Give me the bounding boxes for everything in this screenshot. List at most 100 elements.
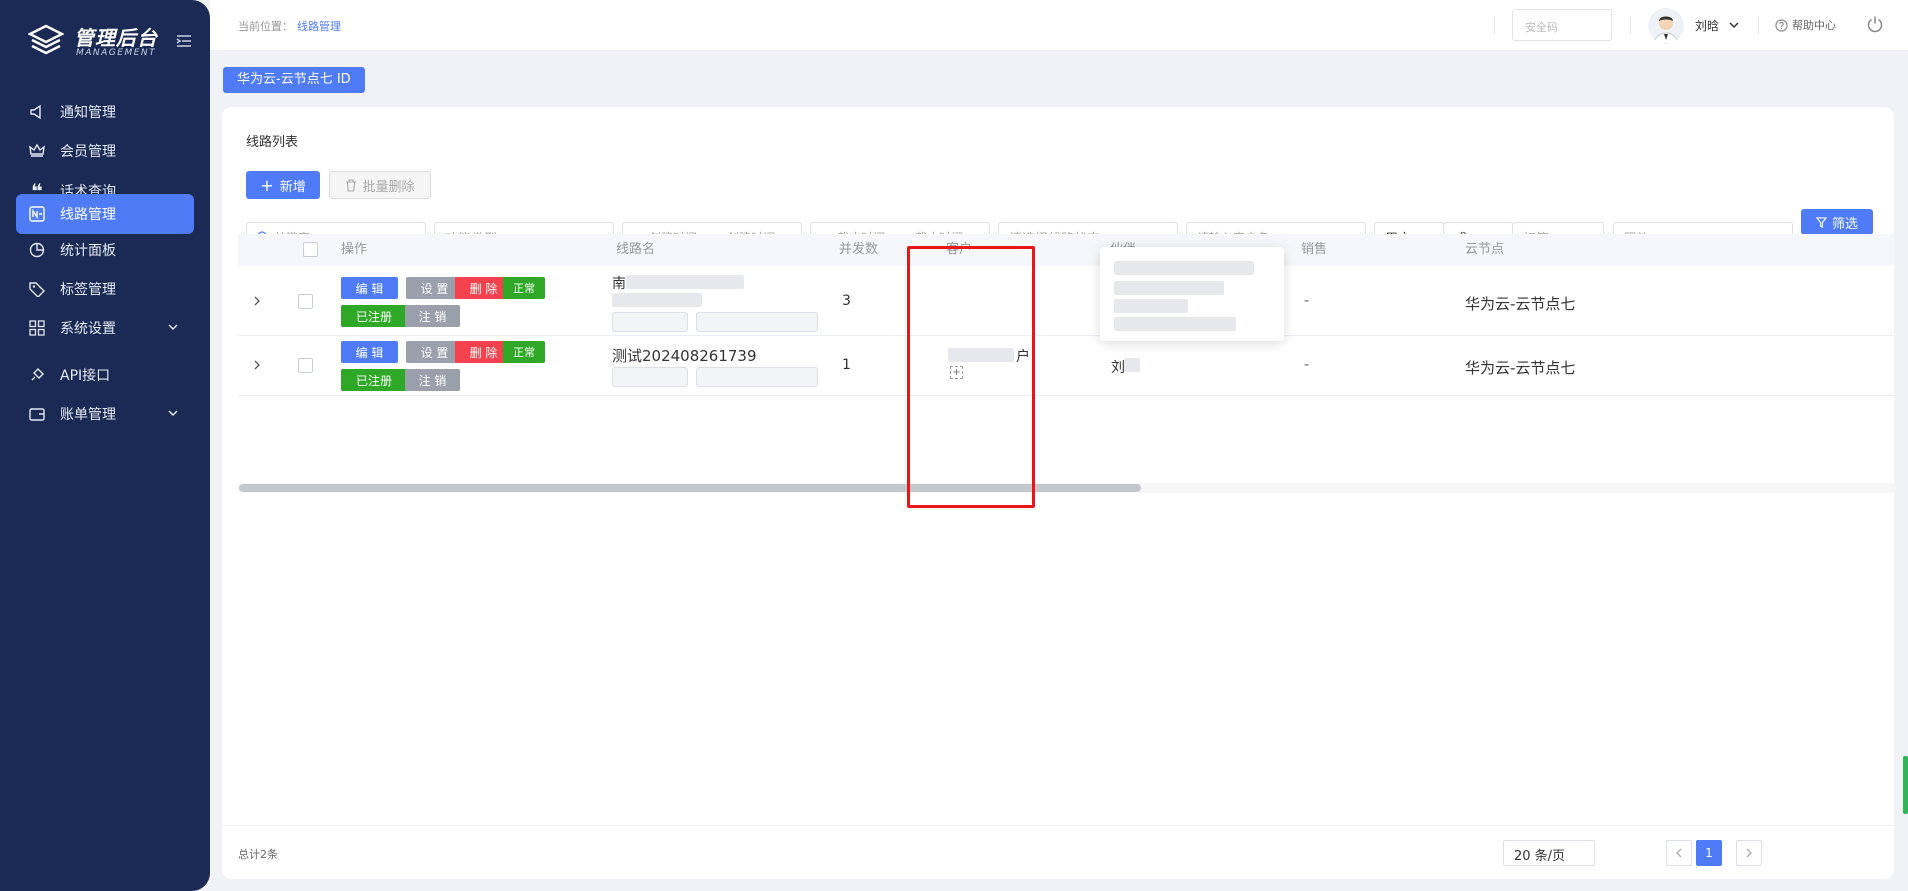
divider	[1758, 16, 1759, 34]
redacted-text	[1114, 299, 1188, 313]
logo: 管理后台 MANAGEMENT	[28, 22, 198, 62]
customer-popover	[1100, 247, 1284, 341]
sales-value: -	[1304, 293, 1310, 309]
chevron-down-icon[interactable]	[1729, 20, 1739, 30]
sidebar-item-label: 统计面板	[60, 243, 116, 259]
redacted-text	[626, 275, 744, 289]
sidebar-item-tags[interactable]: 标签管理	[16, 269, 194, 309]
chevron-down-icon	[168, 324, 178, 331]
table-footer: 总计2条 1 20 条/页	[222, 825, 1894, 879]
redacted-field	[612, 367, 688, 387]
help-label: 帮助中心	[1792, 19, 1836, 32]
grid-icon	[28, 319, 46, 337]
column-header: 操作	[341, 242, 368, 257]
breadcrumb: 当前位置： 线路管理	[238, 18, 341, 34]
chevron-down-icon	[168, 410, 178, 417]
status-badge: 正常	[503, 341, 545, 363]
select-all-checkbox[interactable]	[303, 242, 318, 257]
total-count: 总计2条	[238, 848, 278, 861]
collapse-menu-icon[interactable]	[176, 34, 192, 48]
add-button[interactable]: + 新增	[246, 171, 320, 199]
chevron-right-icon[interactable]	[252, 360, 262, 370]
add-label: 新增	[279, 179, 306, 195]
chevron-right-icon	[1746, 848, 1752, 858]
page-size-value: 20 条/页	[1514, 849, 1566, 864]
row-checkbox[interactable]	[298, 358, 313, 373]
sidebar-item-label: 账单管理	[60, 407, 116, 423]
filter-label: 筛选	[1831, 216, 1858, 232]
edit-button[interactable]: 编 辑	[341, 277, 398, 299]
redacted-field	[696, 312, 818, 332]
sidebar-item-routes[interactable]: 线路管理	[16, 194, 194, 234]
status-badge: 正常	[503, 277, 545, 299]
avatar[interactable]	[1648, 8, 1684, 44]
cancel-registration-button[interactable]: 注 销	[405, 369, 460, 391]
edit-button[interactable]: 编 辑	[341, 341, 398, 363]
divider	[1494, 16, 1495, 34]
breadcrumb-current[interactable]: 线路管理	[297, 20, 341, 33]
registered-button[interactable]: 已注册	[341, 369, 407, 391]
breadcrumb-prefix: 当前位置：	[238, 20, 293, 33]
cancel-registration-button[interactable]: 注 销	[405, 305, 460, 327]
table-row: 编 辑 设 置 删 除 正常 已注册 注 销 测试202408261739 1 …	[238, 336, 1894, 396]
funnel-icon	[1815, 216, 1827, 228]
partner-value: 刘	[1111, 360, 1125, 376]
concurrency-value: 3	[842, 293, 851, 309]
page-number[interactable]: 1	[1696, 840, 1722, 866]
sidebar-item-members[interactable]: 会员管理	[16, 131, 194, 171]
next-page-button[interactable]	[1736, 840, 1762, 866]
column-header: 并发数	[839, 242, 879, 257]
sidebar-item-billing[interactable]: 账单管理	[16, 394, 194, 434]
sidebar-item-label: 会员管理	[60, 144, 116, 160]
username[interactable]: 刘晗	[1695, 17, 1719, 34]
filter-button[interactable]: 筛选	[1801, 209, 1873, 235]
security-code-input[interactable]: 安全码	[1512, 9, 1612, 41]
plug-icon	[28, 366, 46, 384]
side-widget-tab[interactable]	[1903, 756, 1908, 814]
route-name: 南	[612, 276, 626, 292]
power-icon[interactable]	[1866, 15, 1884, 33]
redacted-text	[1124, 358, 1140, 372]
logo-subtitle: MANAGEMENT	[76, 48, 157, 58]
batch-delete-label: 批量删除	[362, 179, 415, 195]
redacted-text	[1114, 317, 1236, 331]
sidebar-item-label: 系统设置	[60, 321, 116, 337]
sidebar-item-label: API接口	[60, 368, 111, 384]
concurrency-value: 1	[842, 357, 851, 373]
route-icon	[28, 205, 46, 223]
registered-button[interactable]: 已注册	[341, 305, 407, 327]
trash-icon	[346, 178, 357, 192]
logo-title: 管理后台	[74, 26, 158, 50]
sales-value: -	[1304, 357, 1310, 373]
table-header: 操作 线路名 并发数 客户 伙伴 销售 云节点	[238, 234, 1894, 266]
route-tag[interactable]: 华为云-云节点七 ID	[223, 67, 365, 93]
redacted-field	[612, 312, 688, 332]
sidebar-item-notice[interactable]: 通知管理	[16, 92, 194, 132]
sidebar-item-settings[interactable]: 系统设置	[16, 308, 194, 348]
cloud-node-value: 华为云-云节点七	[1465, 359, 1576, 377]
topbar: 当前位置： 线路管理 安全码 刘晗 帮助中心	[210, 0, 1908, 50]
sidebar-item-label: 通知管理	[60, 105, 116, 121]
help-center-link[interactable]: 帮助中心	[1775, 17, 1836, 33]
prev-page-button[interactable]	[1666, 840, 1692, 866]
sidebar-item-label: 标签管理	[60, 282, 116, 298]
route-name: 测试202408261739	[612, 347, 757, 365]
card-title: 线路列表	[246, 135, 299, 150]
chevron-right-icon[interactable]	[252, 296, 262, 306]
chevron-left-icon	[1676, 848, 1682, 858]
redacted-text	[612, 293, 702, 307]
layers-logo-icon	[28, 24, 64, 55]
batch-delete-button[interactable]: 批量删除	[329, 171, 431, 199]
sidebar: 管理后台 MANAGEMENT 通知管理 会员管理 ❝ 话术查询 线路管理 统计…	[0, 0, 210, 891]
horizontal-scrollbar[interactable]	[238, 483, 1894, 493]
sidebar-item-stats[interactable]: 统计面板	[16, 230, 194, 270]
row-checkbox[interactable]	[298, 294, 313, 309]
redacted-field	[696, 367, 818, 387]
pie-chart-icon	[28, 241, 46, 259]
column-header: 销售	[1301, 242, 1328, 257]
page-size-select[interactable]: 20 条/页	[1503, 840, 1595, 866]
column-header: 线路名	[616, 242, 656, 257]
sidebar-item-api[interactable]: API接口	[16, 355, 194, 395]
crown-icon	[28, 142, 46, 160]
redacted-text	[1114, 281, 1224, 295]
